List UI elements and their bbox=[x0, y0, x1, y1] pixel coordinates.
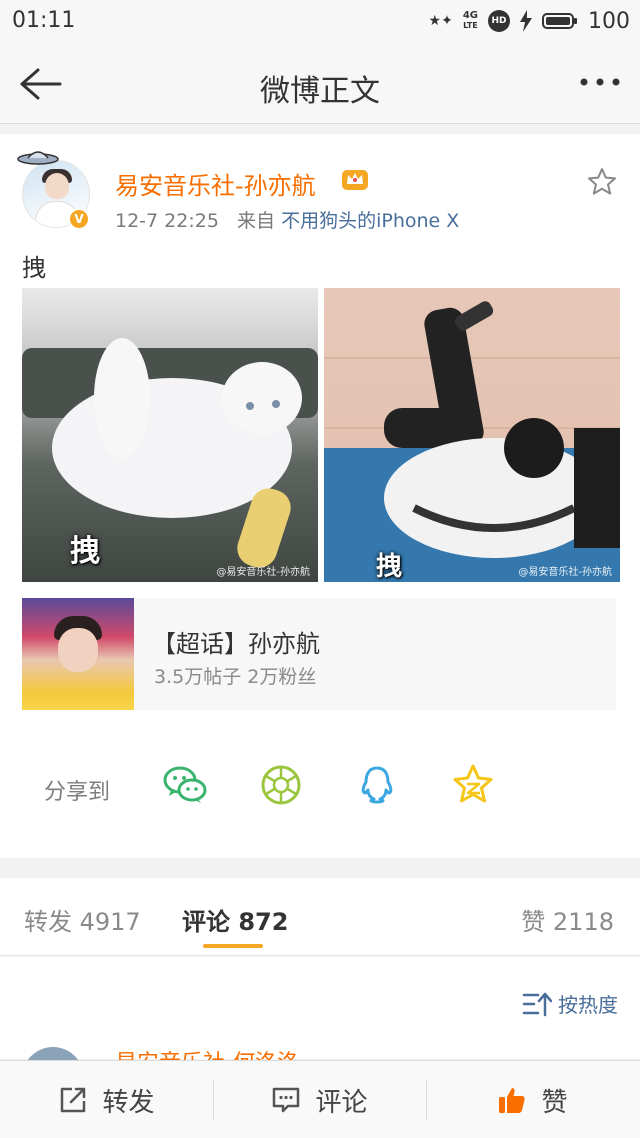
active-tab-indicator bbox=[203, 944, 263, 948]
status-icons: ★✦ 4G LTE HD 100 bbox=[429, 6, 630, 36]
moments-icon[interactable] bbox=[258, 762, 304, 808]
wechat-icon[interactable] bbox=[162, 762, 208, 808]
qzone-icon[interactable] bbox=[450, 762, 496, 808]
post-image-person[interactable]: 拽 @易安音乐社-孙亦航 bbox=[324, 288, 620, 582]
like-button[interactable]: 赞 bbox=[426, 1061, 639, 1138]
image-watermark: @易安音乐社-孙亦航 bbox=[518, 567, 612, 578]
super-topic-thumbnail bbox=[22, 598, 134, 710]
ufo-pendant-icon bbox=[17, 151, 59, 165]
sort-icon bbox=[522, 992, 552, 1016]
super-topic-name: 【超话】孙亦航 bbox=[152, 630, 320, 658]
sort-label: 按热度 bbox=[558, 993, 618, 1017]
post-text: 拽 bbox=[22, 254, 46, 282]
post-source[interactable]: 不用狗头的iPhone X bbox=[281, 210, 459, 232]
post-image-cat[interactable]: 拽 @易安音乐社-孙亦航 bbox=[22, 288, 318, 582]
verified-badge: V bbox=[68, 208, 90, 230]
post-meta: 12-7 22:25 来自 不用狗头的iPhone X bbox=[115, 206, 459, 233]
post-card: V 易安音乐社-孙亦航 12-7 22:25 来自 不用狗头的iPhone X … bbox=[0, 134, 640, 858]
battery-icon bbox=[542, 13, 577, 29]
share-label: 分享到 bbox=[44, 780, 111, 805]
qq-icon[interactable] bbox=[354, 762, 400, 808]
image-caption: 拽 bbox=[70, 534, 100, 569]
comment-list: 按热度 易安音乐社-何洛洛 bbox=[0, 957, 640, 1109]
status-bar: 01:11 ★✦ 4G LTE HD 100 bbox=[0, 0, 640, 44]
bottom-action-bar: 转发 评论 赞 bbox=[0, 1060, 640, 1138]
repost-button[interactable]: 转发 bbox=[0, 1061, 213, 1138]
like-label: 赞 bbox=[541, 1087, 568, 1118]
image-caption: 拽 bbox=[376, 552, 403, 582]
post-source-prefix: 来自 bbox=[237, 210, 276, 232]
more-dots-icon[interactable] bbox=[578, 72, 622, 92]
post-time: 12-7 22:25 bbox=[115, 210, 219, 232]
network-indicator: 4G LTE bbox=[462, 10, 478, 31]
image-watermark: @易安音乐社-孙亦航 bbox=[216, 567, 310, 578]
super-topic-stats: 3.5万帖子 2万粉丝 bbox=[154, 666, 317, 688]
crown-icon[interactable] bbox=[340, 166, 370, 192]
sort-button[interactable]: 按热度 bbox=[522, 989, 618, 1018]
repost-label: 转发 bbox=[102, 1087, 155, 1118]
page-title: 微博正文 bbox=[260, 74, 380, 109]
comment-button[interactable]: 评论 bbox=[213, 1061, 426, 1138]
super-topic-card[interactable]: 【超话】孙亦航 3.5万帖子 2万粉丝 bbox=[22, 598, 616, 710]
charging-icon bbox=[520, 10, 532, 32]
star-icon[interactable] bbox=[586, 166, 618, 198]
repost-icon bbox=[61, 1087, 86, 1113]
status-decoration-icon: ★✦ bbox=[428, 13, 453, 29]
comment-label: 评论 bbox=[315, 1087, 368, 1118]
post-username[interactable]: 易安音乐社-孙亦航 bbox=[115, 166, 316, 201]
battery-percent: 100 bbox=[588, 8, 630, 34]
status-time: 01:11 bbox=[12, 8, 76, 33]
tab-like[interactable]: 赞 2118 bbox=[521, 902, 614, 937]
comment-icon bbox=[273, 1087, 300, 1113]
hd-icon: HD bbox=[488, 10, 510, 32]
interaction-tabs: 转发 4917 评论 872 赞 2118 bbox=[0, 878, 640, 956]
nav-bar: 微博正文 bbox=[0, 44, 640, 124]
tab-comment[interactable]: 评论 872 bbox=[182, 902, 288, 937]
tab-repost[interactable]: 转发 4917 bbox=[24, 902, 141, 937]
thumbs-up-icon bbox=[499, 1088, 526, 1113]
